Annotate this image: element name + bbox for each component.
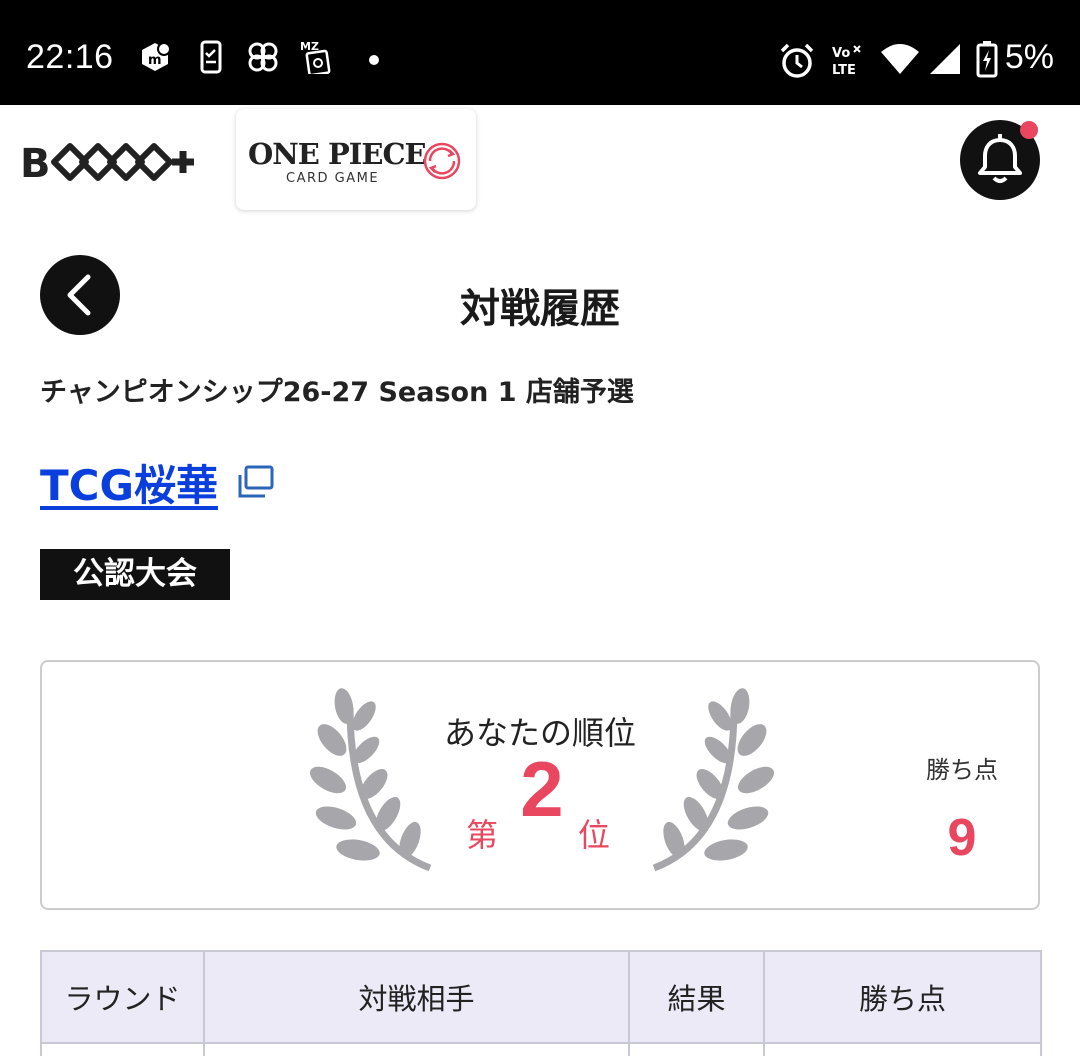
- svg-text:B: B: [20, 141, 51, 187]
- header-points: 勝ち点: [763, 950, 1042, 1044]
- rank-value: 2: [520, 745, 564, 833]
- event-name: チャンピオンシップ26-27 Season 1 店舗予選: [40, 377, 634, 408]
- status-bar: 22:16 m MZ Vo LTE 5%: [0, 0, 1080, 105]
- battery-percent: 5%: [1004, 38, 1054, 76]
- laurel-right-icon: [652, 688, 774, 872]
- header-result: 結果: [628, 950, 765, 1044]
- game-title: ONE PIECE: [248, 137, 427, 171]
- header-round: ラウンド: [40, 950, 205, 1044]
- volte-icon: Vo LTE: [832, 45, 861, 78]
- dot-icon: [369, 55, 379, 65]
- app-header: B ONE PIECE CARD GAME: [0, 105, 1080, 220]
- btcg-logo[interactable]: B: [20, 137, 196, 187]
- messenger-app-icon: m: [142, 42, 171, 71]
- table-cell: [763, 1042, 1042, 1056]
- svg-text:Vo: Vo: [832, 46, 850, 61]
- switch-game-icon: [423, 142, 461, 180]
- match-history-table: ラウンド 対戦相手 結果 勝ち点: [40, 950, 1042, 1056]
- game-subtitle: CARD GAME: [286, 171, 380, 186]
- rank-card: あなたの順位 第 2 位 勝ち点 9: [40, 660, 1040, 910]
- table-cell: [203, 1042, 630, 1056]
- rank-prefix: 第: [466, 816, 499, 854]
- event-type-badge: 公認大会: [40, 549, 230, 600]
- table-header-row: ラウンド 対戦相手 結果 勝ち点: [40, 950, 1042, 1044]
- phone-clipboard-icon: [200, 40, 222, 74]
- signal-icon: [930, 44, 960, 74]
- table-row: [40, 1042, 1042, 1056]
- header-opponent: 対戦相手: [203, 950, 630, 1044]
- svg-text:m: m: [148, 53, 162, 68]
- svg-text:LTE: LTE: [832, 63, 856, 78]
- pinwheel-icon: [248, 42, 278, 72]
- points-value: 9: [947, 809, 977, 867]
- page-title: 対戦履歴: [460, 286, 620, 332]
- game-switcher-card[interactable]: ONE PIECE CARD GAME: [236, 109, 476, 210]
- wifi-icon: [881, 44, 919, 74]
- table-cell: [628, 1042, 765, 1056]
- status-time: 22:16: [26, 38, 114, 76]
- external-link-icon[interactable]: [236, 464, 276, 500]
- alarm-icon: [780, 43, 814, 78]
- shop-link[interactable]: TCG桜華: [40, 452, 218, 513]
- rank-suffix: 位: [578, 816, 611, 854]
- battery-charging-icon: [976, 41, 998, 78]
- card-app-icon: MZ: [300, 40, 331, 74]
- points-label: 勝ち点: [926, 756, 998, 784]
- notification-badge: [1020, 121, 1038, 139]
- table-cell: [40, 1042, 205, 1056]
